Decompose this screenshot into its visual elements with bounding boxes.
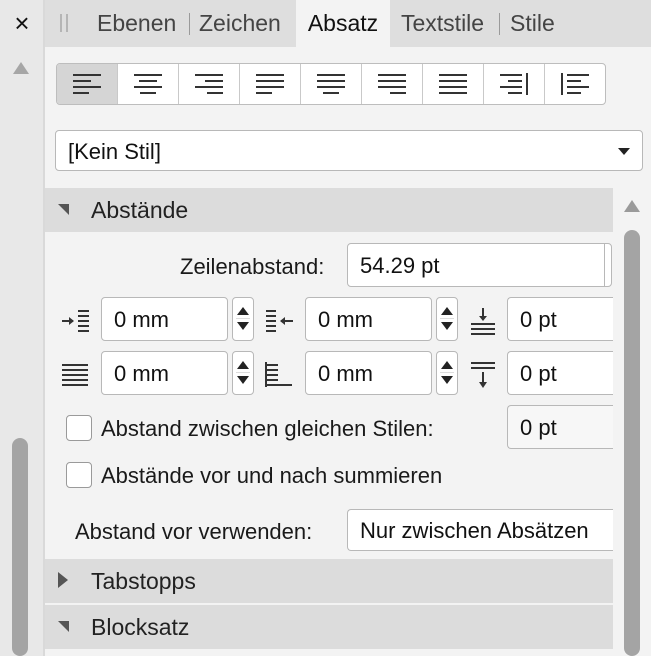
expanded-triangle-icon bbox=[58, 204, 69, 215]
align-right-button[interactable] bbox=[179, 64, 240, 104]
use-space-before-label: Abstand vor verwenden: bbox=[75, 519, 313, 544]
space-before-icon bbox=[471, 308, 495, 335]
expanded-triangle-icon bbox=[58, 621, 69, 632]
left-scroll-up-arrow-icon[interactable] bbox=[13, 62, 29, 74]
tab-zeichen[interactable]: Zeichen bbox=[199, 0, 281, 47]
justify-all-icon bbox=[439, 74, 467, 94]
line-spacing-label: Zeilenabstand: bbox=[180, 254, 325, 279]
stepper-down-icon bbox=[237, 322, 249, 330]
align-away-from-spine-icon bbox=[561, 73, 589, 95]
same-style-spacing-input[interactable]: 0 pt bbox=[507, 405, 613, 449]
first-line-indent-input[interactable]: 0 mm bbox=[101, 351, 228, 395]
space-after-input[interactable]: 0 pt bbox=[507, 351, 613, 395]
left-indent-value: 0 mm bbox=[114, 307, 169, 332]
space-before-input[interactable]: 0 pt bbox=[507, 297, 613, 341]
tab-ebenen[interactable]: Ebenen bbox=[97, 0, 176, 47]
last-line-indent-icon bbox=[265, 362, 292, 387]
justify-left-button[interactable] bbox=[240, 64, 301, 104]
section-header-tabstops[interactable]: Tabstopps bbox=[45, 559, 613, 603]
left-indent-input[interactable]: 0 mm bbox=[101, 297, 228, 341]
justify-right-button[interactable] bbox=[362, 64, 423, 104]
stepper-up-icon bbox=[441, 307, 453, 315]
align-left-button[interactable] bbox=[57, 64, 118, 104]
tab-absatz[interactable]: Absatz bbox=[296, 0, 390, 47]
tab-separator bbox=[189, 13, 190, 35]
section-title-spacing: Abstände bbox=[91, 197, 189, 223]
paragraph-style-select[interactable]: [Kein Stil] bbox=[55, 130, 643, 171]
chevron-down-icon bbox=[618, 148, 630, 155]
last-line-indent-stepper[interactable] bbox=[436, 351, 458, 395]
line-spacing-value: 54.29 pt bbox=[360, 253, 440, 278]
tab-stile[interactable]: Stile bbox=[510, 0, 555, 47]
justify-all-button[interactable] bbox=[423, 64, 484, 104]
stepper-up-icon bbox=[441, 361, 453, 369]
align-right-icon bbox=[195, 74, 223, 94]
stepper-divider bbox=[440, 318, 454, 319]
align-towards-spine-button[interactable] bbox=[484, 64, 545, 104]
section-title-justification: Blocksatz bbox=[91, 614, 190, 640]
first-line-indent-icon bbox=[62, 364, 88, 386]
right-indent-value: 0 mm bbox=[318, 307, 373, 332]
same-style-spacing-value: 0 pt bbox=[520, 415, 557, 440]
tab-textstile[interactable]: Textstile bbox=[401, 0, 484, 47]
right-indent-icon bbox=[266, 310, 293, 332]
paragraph-style-value: [Kein Stil] bbox=[68, 139, 161, 164]
justify-right-icon bbox=[378, 74, 406, 94]
left-scrollbar-thumb[interactable] bbox=[12, 438, 28, 656]
space-after-value: 0 pt bbox=[520, 361, 557, 386]
space-after-icon bbox=[471, 362, 495, 388]
align-towards-spine-icon bbox=[500, 73, 528, 95]
use-space-before-value: Nur zwischen Absätzen bbox=[360, 518, 589, 543]
section-header-justification[interactable]: Blocksatz bbox=[45, 605, 613, 649]
scroll-up-arrow-icon[interactable] bbox=[624, 200, 640, 212]
align-center-button[interactable] bbox=[118, 64, 179, 104]
align-away-from-spine-button[interactable] bbox=[545, 64, 605, 104]
stepper-down-icon bbox=[441, 322, 453, 330]
right-indent-input[interactable]: 0 mm bbox=[305, 297, 432, 341]
stepper-down-icon bbox=[441, 376, 453, 384]
stepper-divider bbox=[236, 318, 250, 319]
right-indent-stepper[interactable] bbox=[436, 297, 458, 341]
close-button[interactable]: × bbox=[0, 0, 44, 46]
last-line-indent-input[interactable]: 0 mm bbox=[305, 351, 432, 395]
stepper-up-icon bbox=[237, 307, 249, 315]
stepper-up-icon bbox=[237, 361, 249, 369]
justify-center-icon bbox=[317, 74, 345, 94]
first-line-indent-stepper[interactable] bbox=[232, 351, 254, 395]
justify-left-icon bbox=[256, 74, 284, 94]
collapsed-triangle-icon bbox=[58, 572, 68, 588]
section-header-spacing[interactable]: Abstände bbox=[45, 188, 613, 232]
align-left-icon bbox=[73, 74, 101, 94]
sum-spacing-checkbox[interactable] bbox=[66, 462, 92, 488]
space-before-value: 0 pt bbox=[520, 307, 557, 332]
justify-center-button[interactable] bbox=[301, 64, 362, 104]
panel-grip-icon[interactable] bbox=[60, 14, 68, 32]
line-spacing-input[interactable]: 54.29 pt bbox=[347, 243, 612, 287]
line-spacing-dropdown-divider bbox=[604, 243, 605, 287]
left-indent-icon bbox=[62, 310, 89, 332]
same-style-spacing-checkbox[interactable] bbox=[66, 415, 92, 441]
align-center-icon bbox=[134, 74, 162, 94]
stepper-down-icon bbox=[237, 376, 249, 384]
close-icon: × bbox=[14, 7, 30, 38]
stepper-divider bbox=[236, 372, 250, 373]
tab-separator bbox=[499, 13, 500, 35]
use-space-before-select[interactable]: Nur zwischen Absätzen bbox=[347, 509, 613, 551]
section-title-tabstops: Tabstopps bbox=[91, 568, 196, 594]
first-line-indent-value: 0 mm bbox=[114, 361, 169, 386]
left-indent-stepper[interactable] bbox=[232, 297, 254, 341]
stepper-divider bbox=[440, 372, 454, 373]
scrollbar-thumb[interactable] bbox=[624, 230, 640, 656]
alignment-button-group bbox=[56, 63, 606, 105]
last-line-indent-value: 0 mm bbox=[318, 361, 373, 386]
sum-spacing-label: Abstände vor und nach summieren bbox=[101, 463, 443, 488]
same-style-spacing-label: Abstand zwischen gleichen Stilen: bbox=[101, 416, 434, 441]
